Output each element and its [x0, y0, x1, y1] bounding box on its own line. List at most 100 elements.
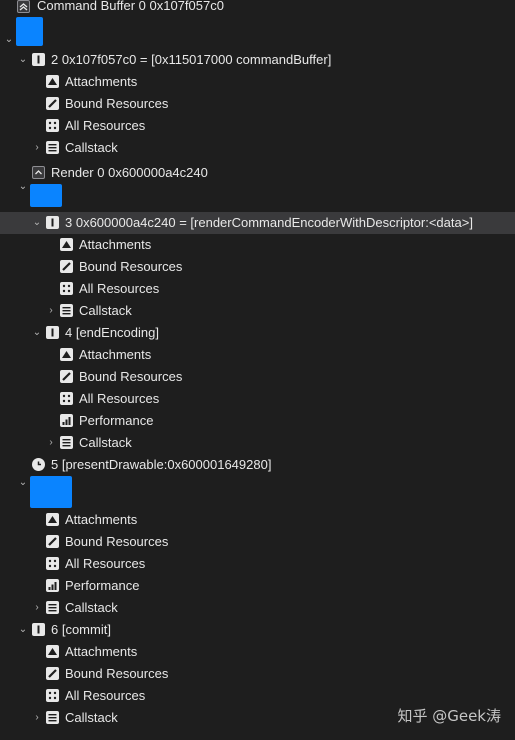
command-5-row[interactable]: 5 [presentDrawable:0x600001649280] — [0, 454, 515, 476]
command-2-row[interactable]: ⌄ 2 0x107f057c0 = [0x115017000 commandBu… — [0, 49, 515, 71]
grid-icon — [46, 119, 59, 132]
performance-row[interactable]: Performance — [0, 575, 515, 597]
command-buffer-row[interactable]: Command Buffer 0 0x107f057c0 — [0, 0, 515, 17]
camera-icon — [46, 513, 59, 526]
grid-icon — [60, 282, 73, 295]
callstack-row[interactable]: › Callstack — [0, 597, 515, 619]
callstack-label: Callstack — [79, 435, 132, 450]
disclosure-chevron-right-icon[interactable]: › — [32, 142, 42, 153]
list-icon — [60, 304, 73, 317]
brush-icon — [60, 260, 73, 273]
callstack-row[interactable]: › Callstack — [0, 137, 515, 159]
render-encoder-icon — [32, 166, 45, 179]
command-4-label: 4 [endEncoding] — [65, 325, 159, 340]
disclosure-chevron-right-icon[interactable]: › — [32, 712, 42, 723]
callstack-label: Callstack — [65, 140, 118, 155]
all-resources-row[interactable]: All Resources — [0, 388, 515, 410]
bound-resources-label: Bound Resources — [65, 534, 169, 549]
all-resources-row[interactable]: All Resources — [0, 685, 515, 707]
all-resources-label: All Resources — [79, 281, 160, 296]
disclosure-chevron-down-icon[interactable]: ⌄ — [18, 181, 28, 192]
brush-icon — [46, 667, 59, 680]
all-resources-row[interactable]: All Resources — [0, 553, 515, 575]
disclosure-chevron-down-icon[interactable]: ⌄ — [32, 327, 42, 338]
list-icon — [46, 601, 59, 614]
callstack-row[interactable]: › Callstack — [0, 300, 515, 322]
bound-resources-label: Bound Resources — [65, 666, 169, 681]
info-icon — [46, 326, 59, 339]
disclosure-chevron-down-icon[interactable]: ⌄ — [4, 34, 14, 45]
render-encoder-label: Render 0 0x600000a4c240 — [51, 165, 208, 180]
camera-icon — [60, 348, 73, 361]
disclosure-chevron-right-icon[interactable]: › — [32, 602, 42, 613]
attachments-label: Attachments — [65, 74, 138, 89]
callstack-row[interactable]: › Callstack — [0, 432, 515, 454]
command-2-label: 2 0x107f057c0 = [0x115017000 commandBuff… — [51, 52, 332, 67]
command-buffer-label: Command Buffer 0 0x107f057c0 — [37, 0, 224, 13]
bound-resources-row[interactable]: Bound Resources — [0, 366, 515, 388]
command-5-label: 5 [presentDrawable:0x600001649280] — [51, 457, 272, 472]
camera-icon — [46, 75, 59, 88]
disclosure-chevron-down-icon[interactable]: ⌄ — [18, 477, 28, 488]
bound-resources-row[interactable]: Bound Resources — [0, 256, 515, 278]
render-encoder-thumbnail[interactable] — [30, 184, 62, 207]
performance-label: Performance — [65, 578, 140, 593]
bound-resources-row[interactable]: Bound Resources — [0, 663, 515, 685]
command-6-row[interactable]: ⌄ 6 [commit] — [0, 619, 515, 641]
camera-icon — [46, 645, 59, 658]
performance-row[interactable]: Performance — [0, 410, 515, 432]
watermark: 知乎 @Geek涛 — [397, 707, 501, 725]
bar-chart-icon — [46, 579, 59, 592]
command-buffer-icon — [17, 0, 30, 13]
callstack-label: Callstack — [65, 600, 118, 615]
all-resources-row[interactable]: All Resources — [0, 278, 515, 300]
grid-icon — [46, 557, 59, 570]
attachments-row[interactable]: Attachments — [0, 71, 515, 93]
present-drawable-thumbnail[interactable] — [30, 476, 72, 508]
disclosure-chevron-right-icon[interactable]: › — [46, 305, 56, 316]
attachments-row[interactable]: Attachments — [0, 641, 515, 663]
brush-icon — [46, 97, 59, 110]
render-encoder-row[interactable]: Render 0 0x600000a4c240 — [0, 162, 515, 184]
info-icon — [32, 53, 45, 66]
disclosure-chevron-down-icon[interactable]: ⌄ — [32, 217, 42, 228]
all-resources-label: All Resources — [65, 556, 146, 571]
list-icon — [46, 141, 59, 154]
bound-resources-label: Bound Resources — [79, 369, 183, 384]
list-icon — [60, 436, 73, 449]
performance-label: Performance — [79, 413, 154, 428]
callstack-label: Callstack — [79, 303, 132, 318]
attachments-row[interactable]: Attachments — [0, 344, 515, 366]
disclosure-chevron-down-icon[interactable]: ⌄ — [18, 624, 28, 635]
grid-icon — [60, 392, 73, 405]
bound-resources-label: Bound Resources — [65, 96, 169, 111]
command-6-label: 6 [commit] — [51, 622, 111, 637]
grid-icon — [46, 689, 59, 702]
command-buffer-thumbnail[interactable] — [16, 17, 43, 46]
info-icon — [46, 216, 59, 229]
bar-chart-icon — [60, 414, 73, 427]
attachments-label: Attachments — [65, 644, 138, 659]
brush-icon — [46, 535, 59, 548]
all-resources-row[interactable]: All Resources — [0, 115, 515, 137]
attachments-label: Attachments — [79, 347, 152, 362]
bound-resources-label: Bound Resources — [79, 259, 183, 274]
clock-icon — [32, 458, 45, 471]
all-resources-label: All Resources — [65, 118, 146, 133]
command-3-row[interactable]: ⌄ 3 0x600000a4c240 = [renderCommandEncod… — [0, 212, 515, 234]
attachments-row[interactable]: Attachments — [0, 234, 515, 256]
attachments-row[interactable]: Attachments — [0, 509, 515, 531]
attachments-label: Attachments — [65, 512, 138, 527]
disclosure-chevron-down-icon[interactable]: ⌄ — [18, 54, 28, 65]
bound-resources-row[interactable]: Bound Resources — [0, 531, 515, 553]
disclosure-chevron-right-icon[interactable]: › — [46, 437, 56, 448]
camera-icon — [60, 238, 73, 251]
info-icon — [32, 623, 45, 636]
all-resources-label: All Resources — [65, 688, 146, 703]
bound-resources-row[interactable]: Bound Resources — [0, 93, 515, 115]
attachments-label: Attachments — [79, 237, 152, 252]
list-icon — [46, 711, 59, 724]
command-3-label: 3 0x600000a4c240 = [renderCommandEncoder… — [65, 215, 473, 230]
all-resources-label: All Resources — [79, 391, 160, 406]
command-4-row[interactable]: ⌄ 4 [endEncoding] — [0, 322, 515, 344]
